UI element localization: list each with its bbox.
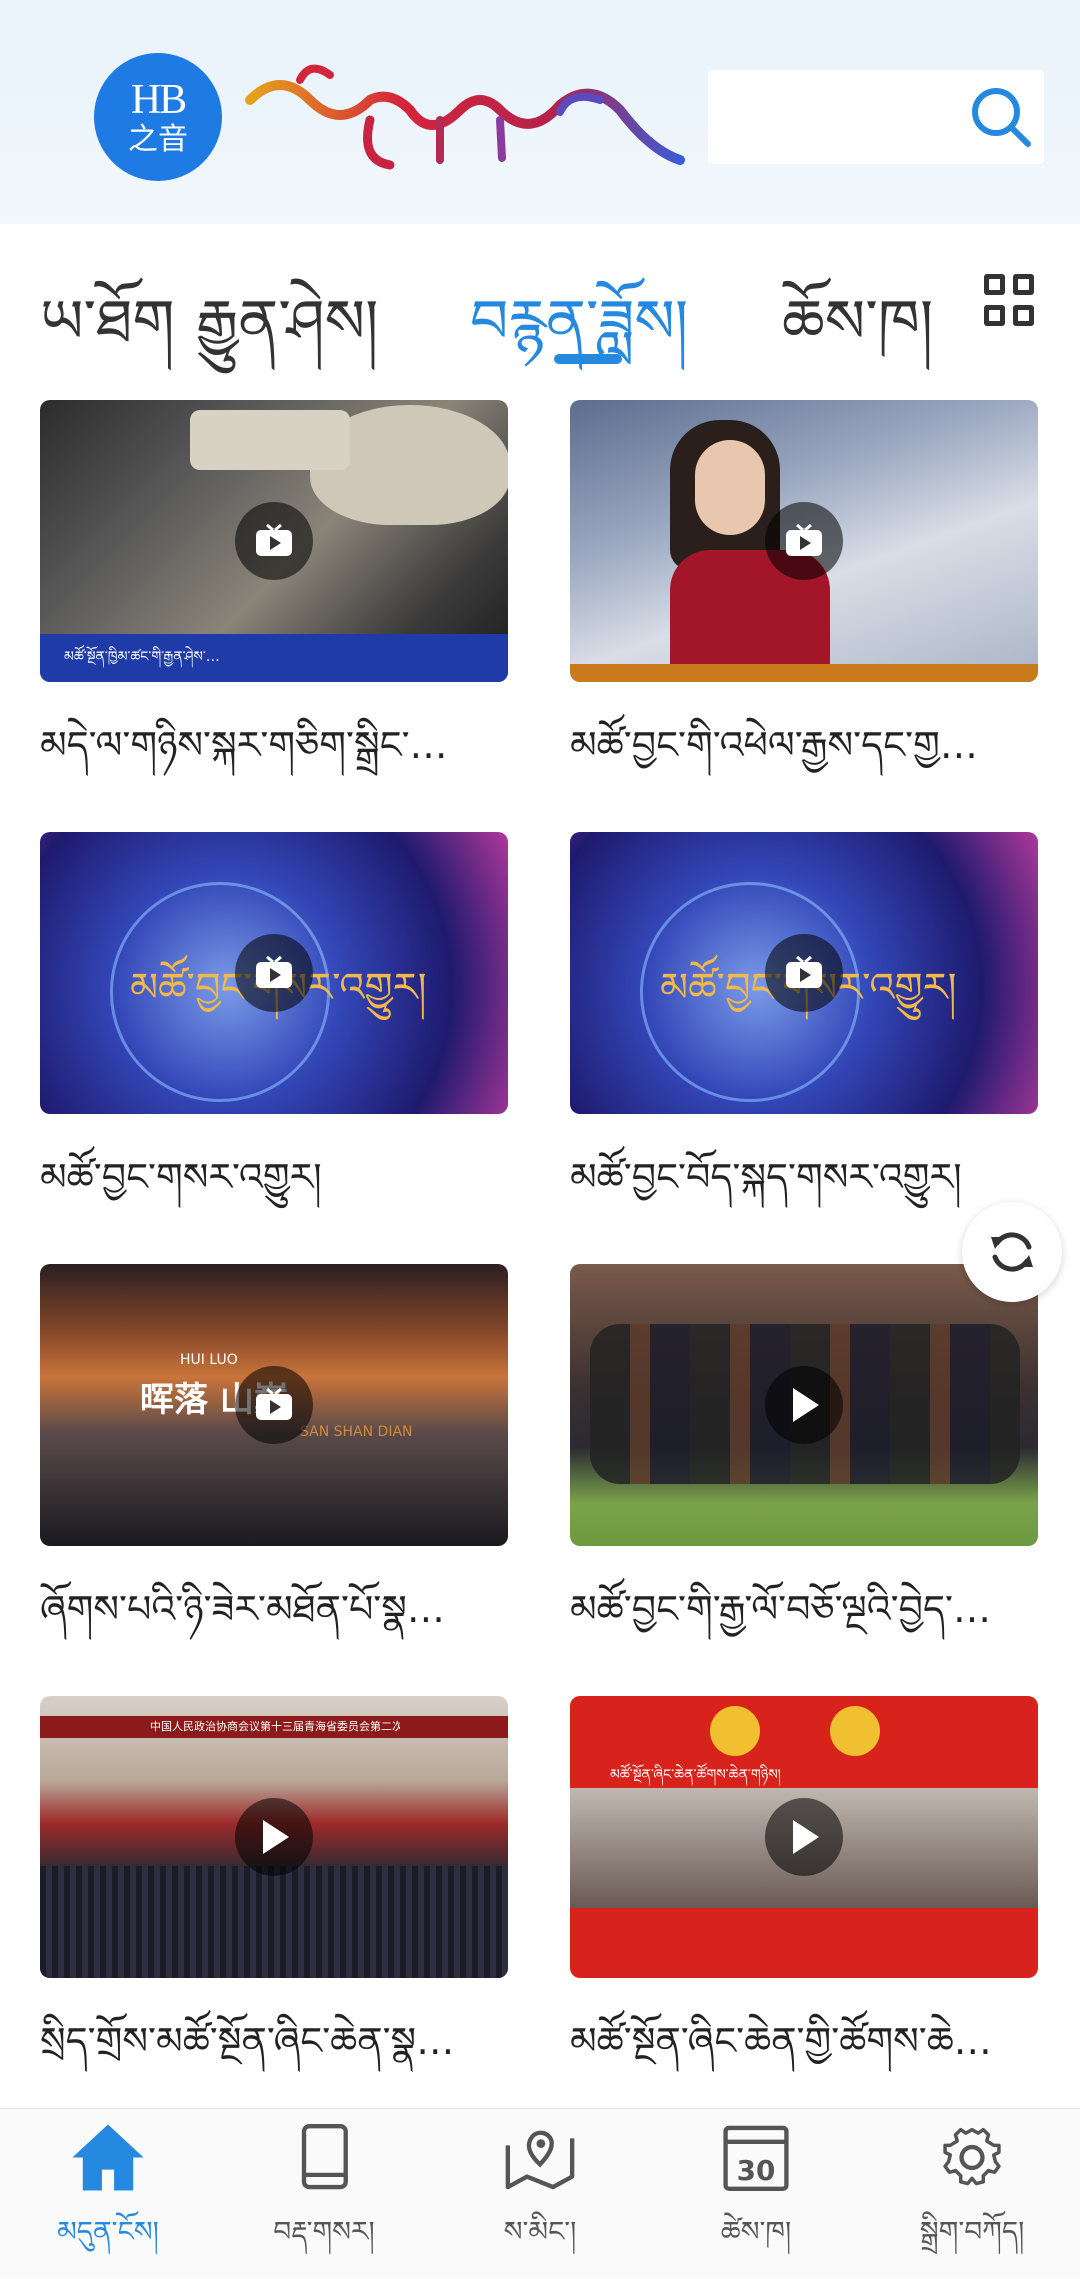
video-card[interactable]: མཚོ་བྱང་གི་རྒྱ་ལོ་བཅོ་ལྔའི་བྱེད་… xyxy=(570,1264,1038,1631)
nav-settings[interactable]: སྒྲིག་བཀོད། xyxy=(864,2109,1080,2279)
refresh-icon xyxy=(991,1232,1033,1272)
tab-home-feed[interactable]: ཡ་ཐོག xyxy=(40,254,175,423)
video-badge-icon[interactable] xyxy=(765,502,843,580)
video-card[interactable]: 中国人民政治协商会议第十三届青海省委员会第二次会议 སྲིད་གྲོས་མཚོ་… xyxy=(40,1696,508,2063)
video-card[interactable]: མཚོ་བྱང་གསར་འགྱུར། མཚོ་བྱང་གསར་འགྱུར། xyxy=(40,832,508,1199)
nav-calendar-label: ཚེས་ཁ། xyxy=(720,2215,792,2248)
video-thumbnail[interactable]: HUI LUO 晖落 山巅 SAN SHAN DIAN xyxy=(40,1264,508,1546)
video-thumbnail[interactable]: མཚོ་བྱང་གསར་འགྱུར། xyxy=(40,832,508,1114)
bottom-navigation: མདུན་ངོས། བརྡ་གསར། ས་མིང་། 30 ཚེས་ཁ། སྒྲ… xyxy=(0,2108,1080,2278)
video-thumbnail[interactable]: མཚོ་སྔོན་ཁྱིམ་ཚང་གི་རྒྱན་ཤེས་… xyxy=(40,400,508,682)
tab-knowledge[interactable]: རྒྱུན་ཤེས། xyxy=(196,254,378,423)
nav-home-label: མདུན་ངོས། xyxy=(57,2215,159,2248)
calendar-icon: 30 xyxy=(723,2125,789,2191)
video-title[interactable]: མཚོ་བྱང་གསར་འགྱུར། xyxy=(40,1132,508,1222)
video-overlay-text: མཚོ་སྔོན་ཁྱིམ་ཚང་གི་རྒྱན་ཤེས་… xyxy=(64,649,220,665)
video-title[interactable]: མཚོ་བྱང་བོད་སྐད་གསར་འགྱུར། xyxy=(570,1132,1038,1222)
play-icon[interactable] xyxy=(765,1366,843,1444)
video-title[interactable]: མཚོ་བྱང་གི་རྒྱ་ལོ་བཅོ་ལྔའི་བྱེད་… xyxy=(570,1564,1038,1654)
active-tab-indicator xyxy=(554,354,622,364)
category-tabs: ཡ་ཐོག རྒྱུན་ཤེས། བརྙན་ཟློས། ཆོས་ཁ། xyxy=(0,224,1080,384)
nav-places-label: ས་མིང་། xyxy=(503,2215,577,2248)
calendar-icon-date: 30 xyxy=(737,2154,776,2187)
video-thumbnail[interactable] xyxy=(570,1264,1038,1546)
video-thumbnail[interactable]: མཚོ་བྱང་གསར་འགྱུར། xyxy=(570,832,1038,1114)
tab-videos[interactable]: བརྙན་ཟློས། xyxy=(470,254,688,423)
brand-script-logo xyxy=(245,64,685,170)
nav-settings-label: སྒྲིག་བཀོད། xyxy=(919,2215,1025,2248)
video-card[interactable]: མཚོ་སྔོན་ཞིང་ཆེན་ཚོགས་ཆེན་གཉིས། མཚོ་སྔོན… xyxy=(570,1696,1038,2063)
video-card[interactable]: མཚོ་བྱང་གི་འཕེལ་རྒྱས་དང་གྱ… xyxy=(570,400,1038,767)
video-badge-icon[interactable] xyxy=(235,934,313,1012)
nav-home[interactable]: མདུན་ངོས། xyxy=(0,2109,216,2279)
video-thumbnail[interactable] xyxy=(570,400,1038,682)
video-thumbnail[interactable]: 中国人民政治协商会议第十三届青海省委员会第二次会议 xyxy=(40,1696,508,1978)
video-card[interactable]: HUI LUO 晖落 山巅 SAN SHAN DIAN ཞོགས་པའི་ཉི་… xyxy=(40,1264,508,1631)
play-icon[interactable] xyxy=(235,1798,313,1876)
video-overlay-subtitle: SAN SHAN DIAN xyxy=(300,1424,413,1440)
video-thumbnail[interactable]: མཚོ་སྔོན་ཞིང་ཆེན་ཚོགས་ཆེན་གཉིས། xyxy=(570,1696,1038,1978)
video-title[interactable]: མདེ་ལ་གཉིས་སྐར་གཅིག་སྒྲིང་… xyxy=(40,700,508,790)
search-icon[interactable] xyxy=(966,82,1036,152)
grid-menu-icon[interactable] xyxy=(984,274,1034,326)
logo-text-zy: 之音 xyxy=(128,122,188,157)
video-badge-icon[interactable] xyxy=(235,1366,313,1444)
video-overlay-text: 中国人民政治协商会议第十三届青海省委员会第二次会议 xyxy=(150,1720,400,1733)
nav-calendar[interactable]: 30 ཚེས་ཁ། xyxy=(648,2109,864,2279)
video-badge-icon[interactable] xyxy=(235,502,313,580)
app-logo[interactable]: HB 之音 xyxy=(94,53,222,181)
logo-text-hb: HB xyxy=(130,77,187,123)
search-box[interactable] xyxy=(708,70,1044,164)
video-card[interactable]: མཚོ་སྔོན་ཁྱིམ་ཚང་གི་རྒྱན་ཤེས་… མདེ་ལ་གཉི… xyxy=(40,400,508,767)
home-icon xyxy=(72,2124,144,2191)
video-card[interactable]: མཚོ་བྱང་གསར་འགྱུར། མཚོ་བྱང་བོད་སྐད་གསར་འ… xyxy=(570,832,1038,1199)
book-icon xyxy=(301,2124,348,2190)
video-title[interactable]: མཚོ་སྔོན་ཞིང་ཆེན་གྱི་ཚོགས་ཆེ… xyxy=(570,1996,1038,2086)
refresh-button[interactable] xyxy=(962,1202,1062,1302)
video-title[interactable]: སྲིད་གྲོས་མཚོ་སྔོན་ཞིང་ཆེན་སྣ… xyxy=(40,1996,508,2086)
app-header: HB 之音 xyxy=(0,0,1080,224)
map-icon xyxy=(505,2130,575,2190)
video-overlay-subtitle: HUI LUO xyxy=(180,1352,238,1368)
play-icon[interactable] xyxy=(765,1798,843,1876)
nav-places[interactable]: ས་མིང་། xyxy=(432,2109,648,2279)
nav-news-label: བརྡ་གསར། xyxy=(273,2215,375,2248)
video-title[interactable]: མཚོ་བྱང་གི་འཕེལ་རྒྱས་དང་གྱ… xyxy=(570,700,1038,790)
nav-news[interactable]: བརྡ་གསར། xyxy=(216,2109,432,2279)
video-badge-icon[interactable] xyxy=(765,934,843,1012)
gear-icon xyxy=(943,2127,1001,2186)
video-title[interactable]: ཞོགས་པའི་ཉི་ཟེར་མཐོན་པོ་སྣ… xyxy=(40,1564,508,1654)
tab-calendar[interactable]: ཆོས་ཁ། xyxy=(782,254,933,423)
